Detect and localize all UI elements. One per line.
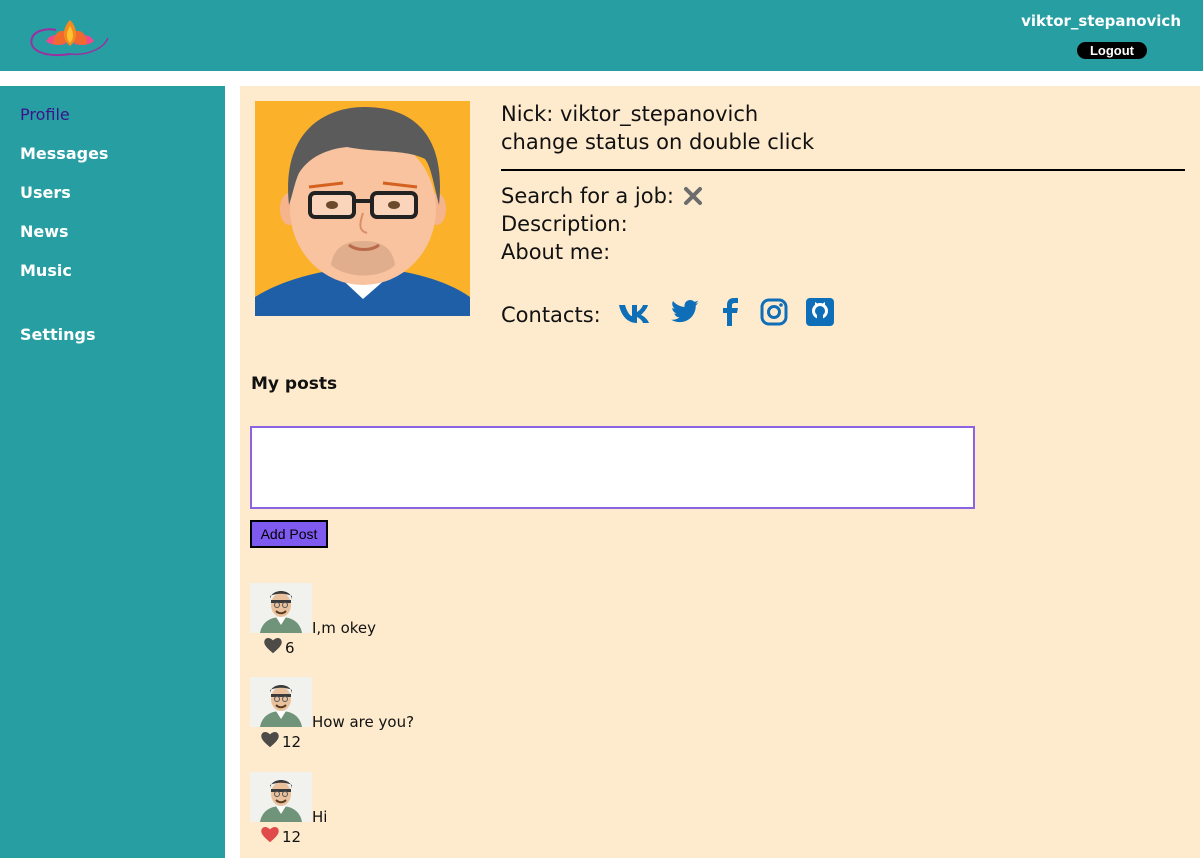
close-icon xyxy=(684,187,702,205)
like-count: 6 xyxy=(285,639,295,657)
description-label: Description: xyxy=(501,212,628,236)
new-post-input[interactable] xyxy=(250,426,975,509)
app-header: viktor_stepanovich Logout xyxy=(0,0,1203,71)
sidebar-nav: Profile Messages Users News Music Settin… xyxy=(0,86,225,858)
post-text: I,m okey xyxy=(312,619,377,637)
post-text: Hi xyxy=(312,808,328,826)
github-icon[interactable] xyxy=(805,297,835,327)
sidebar-item-music[interactable]: Music xyxy=(20,261,72,280)
post-avatar xyxy=(250,583,312,633)
current-username: viktor_stepanovich xyxy=(1021,12,1181,30)
logout-button[interactable]: Logout xyxy=(1077,42,1147,59)
sidebar-item-settings[interactable]: Settings xyxy=(20,325,96,344)
post-avatar xyxy=(250,677,312,727)
add-post-button[interactable]: Add Post xyxy=(250,520,328,548)
profile-status[interactable]: change status on double click xyxy=(501,130,814,154)
post-item: How are you? 12 xyxy=(250,677,650,757)
heart-icon[interactable] xyxy=(264,638,282,654)
profile-avatar xyxy=(255,101,470,316)
like-count: 12 xyxy=(282,733,302,751)
sidebar-item-messages[interactable]: Messages xyxy=(20,144,108,163)
sidebar-item-users[interactable]: Users xyxy=(20,183,71,202)
sidebar-item-news[interactable]: News xyxy=(20,222,69,241)
my-posts-title: My posts xyxy=(251,374,338,394)
post-text: How are you? xyxy=(312,713,415,731)
job-search-label: Search for a job: xyxy=(501,184,675,208)
sidebar-item-profile[interactable]: Profile xyxy=(20,105,70,124)
contacts-label: Contacts: xyxy=(501,303,601,327)
heart-icon[interactable] xyxy=(261,827,279,843)
profile-nick: Nick: viktor_stepanovich xyxy=(501,102,759,126)
post-item: I,m okey 6 xyxy=(250,583,650,663)
heart-icon[interactable] xyxy=(261,732,279,748)
like-count: 12 xyxy=(282,828,302,846)
post-avatar xyxy=(250,772,312,822)
lotus-logo-icon[interactable] xyxy=(26,14,112,60)
instagram-icon[interactable] xyxy=(759,297,789,327)
profile-divider xyxy=(501,169,1185,171)
facebook-icon[interactable] xyxy=(718,297,748,327)
profile-content: Nick: viktor_stepanovich change status o… xyxy=(240,86,1200,858)
about-me-label: About me: xyxy=(501,240,611,264)
vk-icon[interactable] xyxy=(618,297,649,327)
twitter-icon[interactable] xyxy=(669,297,699,327)
post-item: Hi 12 xyxy=(250,772,650,852)
